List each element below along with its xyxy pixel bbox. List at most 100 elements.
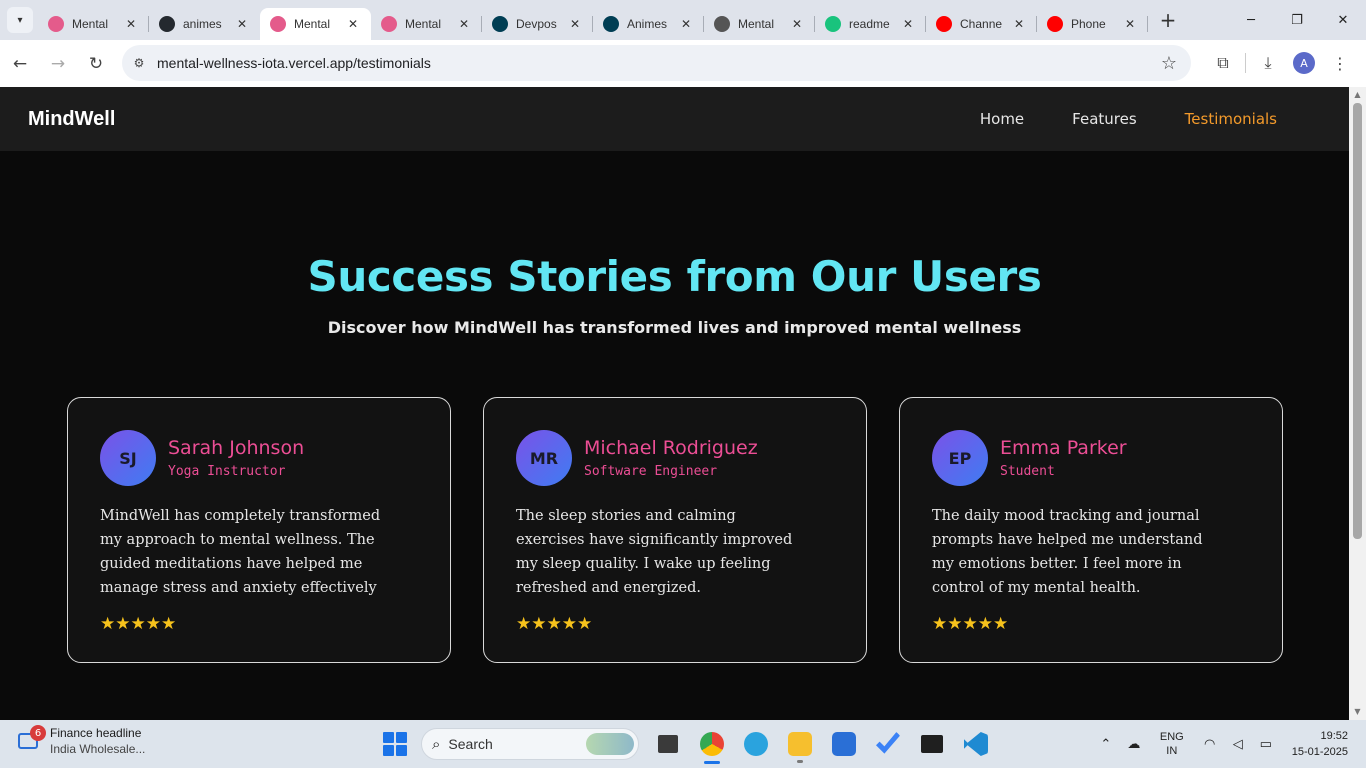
tab-close-icon[interactable]: ✕: [345, 17, 361, 31]
task-view-app[interactable]: [648, 724, 688, 764]
star-icon: ★: [561, 614, 577, 634]
start-button[interactable]: [383, 732, 407, 756]
language-code: ENG: [1159, 731, 1184, 743]
telegram-app[interactable]: [736, 724, 776, 764]
volume-icon[interactable]: ◁: [1224, 737, 1252, 752]
github-icon: [159, 16, 175, 32]
testimonial-card: SJ Sarah Johnson Yoga Instructor MindWell h…: [67, 397, 451, 663]
testimonial-header: SJ Sarah Johnson Yoga Instructor: [100, 430, 418, 486]
testimonial-card: MR Michael Rodriguez Software Engineer The …: [483, 397, 867, 663]
tab-title: Devpos: [516, 17, 557, 31]
browser-tab[interactable]: Phone ✕: [1037, 8, 1148, 40]
back-button[interactable]: ←: [2, 46, 38, 82]
tab-close-icon[interactable]: ✕: [1122, 17, 1138, 31]
brand-logo[interactable]: MindWell: [28, 108, 115, 131]
tab-close-icon[interactable]: ✕: [1011, 17, 1027, 31]
widget-subtitle: India Wholesale...: [50, 742, 146, 756]
tab-title: Animes: [627, 17, 668, 31]
star-icon: ★: [962, 614, 978, 634]
profile-button[interactable]: A: [1286, 45, 1322, 81]
star-icon: ★: [577, 614, 593, 634]
maximize-button[interactable]: ❐: [1274, 0, 1320, 40]
profile-avatar: A: [1293, 52, 1315, 74]
tab-close-icon[interactable]: ✕: [456, 17, 472, 31]
browser-tab[interactable]: Devpos ✕: [482, 8, 593, 40]
widget-headline: Finance headline: [50, 726, 142, 740]
extensions-button[interactable]: ⧉: [1205, 45, 1241, 81]
browser-tab-strip: ▾ Mental ✕ animes ✕ Mental ✕ Mental ✕ Devpos ✕ Ani…: [0, 0, 1366, 40]
tab-close-icon[interactable]: ✕: [678, 17, 694, 31]
tab-title: Channe: [960, 17, 1003, 31]
scroll-down-icon[interactable]: ▼: [1349, 704, 1366, 720]
minimize-button[interactable]: ─: [1228, 0, 1274, 40]
page-scrollbar[interactable]: ▲ ▼: [1349, 87, 1366, 720]
star-icon: ★: [100, 614, 116, 634]
reload-button[interactable]: ↻: [78, 46, 114, 82]
bookmark-star-icon[interactable]: ☆: [1161, 53, 1177, 74]
tab-search-button[interactable]: ▾: [7, 7, 33, 33]
close-window-button[interactable]: ✕: [1320, 0, 1366, 40]
telegram-icon: [744, 732, 768, 756]
scroll-up-icon[interactable]: ▲: [1349, 87, 1366, 103]
file-explorer-app[interactable]: [780, 724, 820, 764]
testimonial-name: Michael Rodriguez: [584, 437, 758, 459]
tab-title: Mental: [72, 17, 109, 31]
wifi-icon[interactable]: ◠: [1196, 737, 1224, 752]
downloads-button[interactable]: ⤓: [1250, 45, 1286, 81]
star-icon: ★: [161, 614, 177, 634]
testimonial-header: EP Emma Parker Student: [932, 430, 1250, 486]
tab-title: Mental: [738, 17, 775, 31]
arrow-left-icon: ←: [12, 53, 28, 74]
star-icon: ★: [145, 614, 161, 634]
browser-tab[interactable]: animes ✕: [149, 8, 260, 40]
todo-app[interactable]: [868, 724, 908, 764]
taskbar-search[interactable]: ⌕ Search: [421, 728, 639, 760]
search-icon: ⌕: [432, 735, 441, 753]
browser-tab[interactable]: readme ✕: [815, 8, 926, 40]
browser-tab[interactable]: Mental ✕: [260, 8, 371, 40]
page-viewport: MindWell Home Features Testimonials Succes…: [0, 87, 1349, 720]
menu-button[interactable]: ⋮: [1322, 45, 1358, 81]
browser-tab[interactable]: Mental ✕: [704, 8, 815, 40]
tab-close-icon[interactable]: ✕: [789, 17, 805, 31]
terminal-app[interactable]: [912, 724, 952, 764]
page-subtitle: Discover how MindWell has transformed li…: [327, 318, 1022, 337]
vscode-app[interactable]: [956, 724, 996, 764]
site-settings-icon[interactable]: ⚙: [128, 56, 150, 70]
star-rating: ★★★★★: [100, 614, 418, 634]
star-rating: ★★★★★: [516, 614, 834, 634]
new-tab-button[interactable]: +: [1154, 6, 1182, 34]
testimonial-name: Sarah Johnson: [168, 437, 305, 459]
nav-link-home[interactable]: Home: [980, 110, 1024, 128]
news-widget[interactable]: 6 Finance headline India Wholesale...: [14, 725, 146, 756]
tab-close-icon[interactable]: ✕: [123, 17, 139, 31]
nav-link-testimonials[interactable]: Testimonials: [1185, 110, 1277, 128]
chevron-up-icon[interactable]: ⌃: [1092, 737, 1120, 752]
scrollbar-thumb[interactable]: [1353, 103, 1362, 539]
page-title: Success Stories from Our Users: [307, 252, 1042, 301]
window-controls: ─ ❐ ✕: [1228, 0, 1366, 40]
browser-tab[interactable]: Mental ✕: [371, 8, 482, 40]
language-indicator[interactable]: ENG IN: [1160, 730, 1184, 758]
clock[interactable]: 19:52 15-01-2025: [1292, 728, 1348, 760]
browser-tab[interactable]: Mental ✕: [38, 8, 149, 40]
browser-tab[interactable]: Animes ✕: [593, 8, 704, 40]
chrome-app[interactable]: [692, 724, 732, 764]
tab-close-icon[interactable]: ✕: [234, 17, 250, 31]
battery-icon[interactable]: ▭: [1252, 737, 1280, 752]
star-rating: ★★★★★: [932, 614, 1250, 634]
store-app[interactable]: [824, 724, 864, 764]
notification-badge: 6: [30, 725, 46, 741]
tab-close-icon[interactable]: ✕: [567, 17, 583, 31]
vscode-icon: [964, 732, 988, 756]
forward-button[interactable]: →: [40, 46, 76, 82]
tab-close-icon[interactable]: ✕: [900, 17, 916, 31]
testimonials-hero: Success Stories from Our Users Discover …: [0, 250, 1349, 337]
browser-tab[interactable]: Channe ✕: [926, 8, 1037, 40]
nav-link-features[interactable]: Features: [1072, 110, 1137, 128]
terminal-icon: [921, 735, 943, 753]
url-text[interactable]: mental-wellness-iota.vercel.app/testimon…: [157, 55, 431, 71]
address-bar[interactable]: ⚙ mental-wellness-iota.vercel.app/testim…: [122, 45, 1191, 81]
onedrive-icon[interactable]: ☁: [1120, 737, 1148, 752]
star-icon: ★: [932, 614, 948, 634]
